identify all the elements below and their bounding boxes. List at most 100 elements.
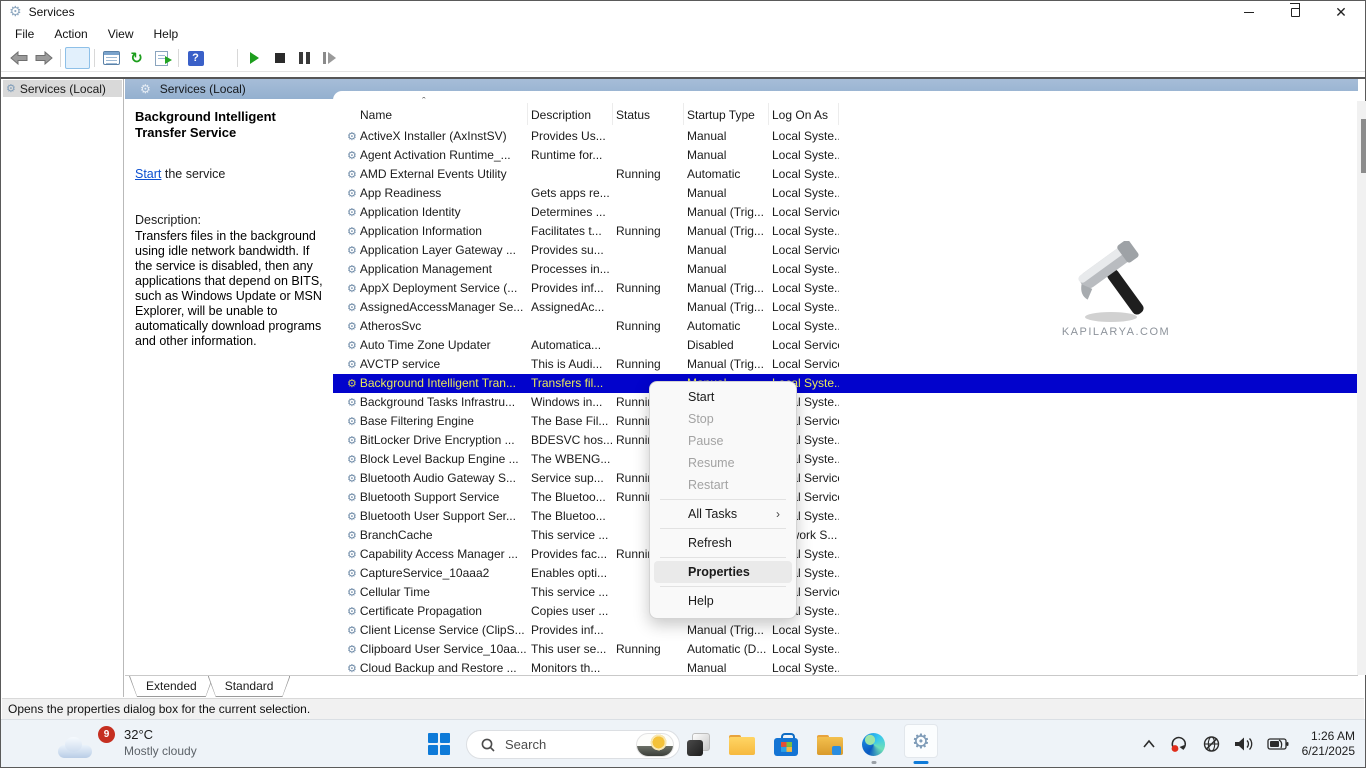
table-row[interactable]: ⚙Cloud Backup and Restore ...Monitors th… [333,659,1358,675]
table-row[interactable]: ⚙Application IdentityDetermines ...Manua… [333,203,1358,222]
column-header-log-on-as[interactable]: Log On As [769,103,839,125]
table-row[interactable]: ⚙BitLocker Drive Encryption ...BDESVC ho… [333,431,1358,450]
services-app-icon: ⚙ [912,729,930,753]
context-menu-item-properties[interactable]: Properties [654,561,792,583]
context-menu-item-refresh[interactable]: Refresh [654,532,792,554]
onedrive-folder-button[interactable] [817,735,843,756]
battery-icon[interactable] [1267,737,1289,751]
service-description: Monitors th... [528,659,613,675]
table-row[interactable]: ⚙AssignedAccessManager Se...AssignedAc..… [333,298,1358,317]
start-service-button[interactable] [242,47,267,69]
tab-extended[interactable]: Extended [129,676,214,697]
table-row[interactable]: ⚙Application ManagementProcesses in...Ma… [333,260,1358,279]
context-menu-item-restart[interactable]: Restart [654,474,792,496]
table-row[interactable]: ⚙Clipboard User Service_10aa...This user… [333,640,1358,659]
service-gear-icon: ⚙ [347,492,357,503]
restart-service-button[interactable] [317,47,342,69]
edge-running-indicator [871,761,876,764]
console-properties-button[interactable] [99,47,124,69]
context-menu-item-all-tasks[interactable]: All Tasks› [654,503,792,525]
column-header-startup-type[interactable]: Startup Type [684,103,769,125]
context-menu: StartStopPauseResumeRestart All Tasks› Ref… [649,381,797,619]
toolbar-separator [94,49,95,67]
start-service-link[interactable]: Start [135,167,161,181]
column-header-description[interactable]: Description [528,103,613,125]
toolbar-separator [178,49,179,67]
tab-standard[interactable]: Standard [208,676,291,697]
stop-service-button[interactable] [267,47,292,69]
show-action-pane-button[interactable] [208,47,233,69]
search-box[interactable]: Search [466,730,680,759]
context-menu-item-pause[interactable]: Pause [654,430,792,452]
show-console-tree-button[interactable] [65,47,90,69]
back-icon [10,51,28,65]
table-row[interactable]: ⚙Base Filtering EngineThe Base Fil...Run… [333,412,1358,431]
restore-button[interactable] [1272,1,1318,23]
menu-action[interactable]: Action [44,24,97,44]
menu-divider [660,528,786,529]
table-row[interactable]: ⚙Cellular TimeThis service ...ManualLoca… [333,583,1358,602]
file-explorer-button[interactable] [729,735,755,756]
table-row[interactable]: ⚙AVCTP serviceThis is Audi...RunningManu… [333,355,1358,374]
table-row[interactable]: ⚙Application InformationFacilitates t...… [333,222,1358,241]
clock[interactable]: 1:26 AM 6/21/2025 [1302,729,1355,759]
table-row[interactable]: ⚙Application Layer Gateway ...Provides s… [333,241,1358,260]
service-gear-icon: ⚙ [347,530,357,541]
forward-button[interactable] [31,47,56,69]
task-view-button[interactable] [687,733,710,756]
services-app-button[interactable]: ⚙ [904,724,938,758]
scrollbar-thumb[interactable] [1361,119,1366,173]
microsoft-store-button[interactable] [774,733,798,756]
table-row[interactable]: ⚙Agent Activation Runtime_...Runtime for… [333,146,1358,165]
table-row[interactable]: ⚙Block Level Backup Engine ...The WBENG.… [333,450,1358,469]
table-row[interactable]: ⚙CaptureService_10aaa2Enables opti...Man… [333,564,1358,583]
vertical-scrollbar[interactable] [1357,101,1366,675]
table-row[interactable]: ⚙ActiveX Installer (AxInstSV)Provides Us… [333,127,1358,146]
back-button[interactable] [6,47,31,69]
table-row[interactable]: ⚙BranchCacheThis service ...ManualNetwor… [333,526,1358,545]
table-row[interactable]: ⚙Client License Service (ClipS...Provide… [333,621,1358,640]
volume-icon[interactable] [1234,736,1254,752]
column-header-name[interactable]: Name [333,103,528,125]
service-name: ⚙Application Identity [333,203,528,222]
service-description: Provides fac... [528,545,613,564]
context-menu-item-help[interactable]: Help [654,590,792,612]
export-list-button[interactable] [149,47,174,69]
status-bar: Opens the properties dialog box for the … [2,698,1364,719]
hammer-icon [1061,241,1171,325]
context-menu-item-resume[interactable]: Resume [654,452,792,474]
table-row[interactable]: ⚙App ReadinessGets apps re...ManualLocal… [333,184,1358,203]
help-button[interactable]: ? [183,47,208,69]
tree-item-services-local[interactable]: ⚙ Services (Local) [3,80,122,97]
refresh-button[interactable]: ↻ [124,47,149,69]
weather-widget[interactable]: 9 32°C Mostly cloudy [56,724,197,760]
table-row[interactable]: ⚙AMD External Events UtilityRunningAutom… [333,165,1358,184]
app-gear-icon: ⚙ [9,5,22,19]
table-row[interactable]: ⚙Background Intelligent Tran...Transfers… [333,374,1358,393]
table-row[interactable]: ⚙Auto Time Zone UpdaterAutomatica...Disa… [333,336,1358,355]
service-gear-icon: ⚙ [347,435,357,446]
table-row[interactable]: ⚙Certificate PropagationCopies user ...M… [333,602,1358,621]
table-row[interactable]: ⚙Background Tasks Infrastru...Windows in… [333,393,1358,412]
close-button[interactable]: ✕ [1318,1,1364,23]
no-internet-icon[interactable] [1202,735,1221,753]
menu-view[interactable]: View [98,24,144,44]
table-row[interactable]: ⚙Capability Access Manager ...Provides f… [333,545,1358,564]
menu-help[interactable]: Help [144,24,189,44]
table-row[interactable]: ⚙Bluetooth User Support Ser...The Blueto… [333,507,1358,526]
start-button[interactable] [428,733,450,755]
table-row[interactable]: ⚙Bluetooth Audio Gateway S...Service sup… [333,469,1358,488]
table-row[interactable]: ⚙AppX Deployment Service (...Provides in… [333,279,1358,298]
pause-service-button[interactable] [292,47,317,69]
menu-file[interactable]: File [5,24,44,44]
edge-button[interactable] [862,733,885,756]
tray-chevron-icon[interactable] [1142,739,1156,749]
context-menu-item-start[interactable]: Start [654,386,792,408]
update-pending-icon[interactable] [1169,735,1189,753]
column-header-status[interactable]: Status [613,103,684,125]
minimize-button[interactable] [1226,1,1272,23]
table-row[interactable]: ⚙Bluetooth Support ServiceThe Bluetoo...… [333,488,1358,507]
table-row[interactable]: ⚙AtherosSvcRunningAutomaticLocal Syste..… [333,317,1358,336]
service-description-text: Transfers files in the background using … [135,229,323,349]
context-menu-item-stop[interactable]: Stop [654,408,792,430]
